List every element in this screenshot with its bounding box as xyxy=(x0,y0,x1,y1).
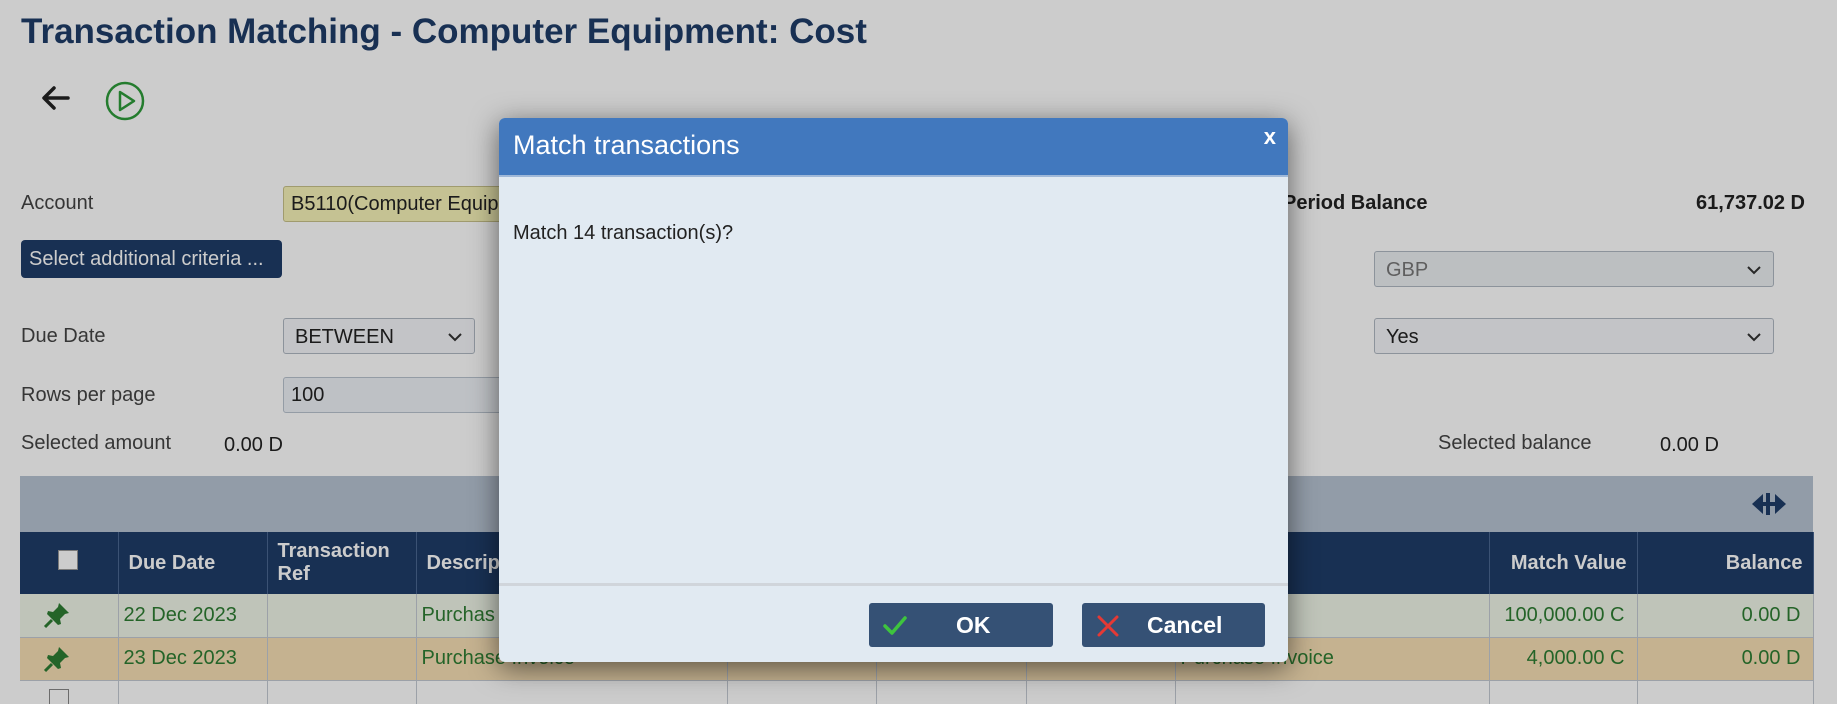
ok-button[interactable]: OK xyxy=(869,603,1053,647)
dialog-header: Match transactions x xyxy=(499,118,1288,177)
dialog-title: Match transactions xyxy=(513,130,740,160)
cancel-button[interactable]: Cancel xyxy=(1082,603,1265,647)
cancel-label: Cancel xyxy=(1147,612,1223,638)
close-x-icon xyxy=(1097,615,1119,637)
dialog-message: Match 14 transaction(s)? xyxy=(513,222,734,244)
ok-label: OK xyxy=(956,612,991,638)
check-icon xyxy=(883,616,907,635)
match-transactions-dialog: Match transactions x Match 14 transactio… xyxy=(499,118,1288,662)
dialog-footer: OK Cancel xyxy=(499,583,1288,662)
close-button[interactable]: x xyxy=(1264,124,1276,150)
